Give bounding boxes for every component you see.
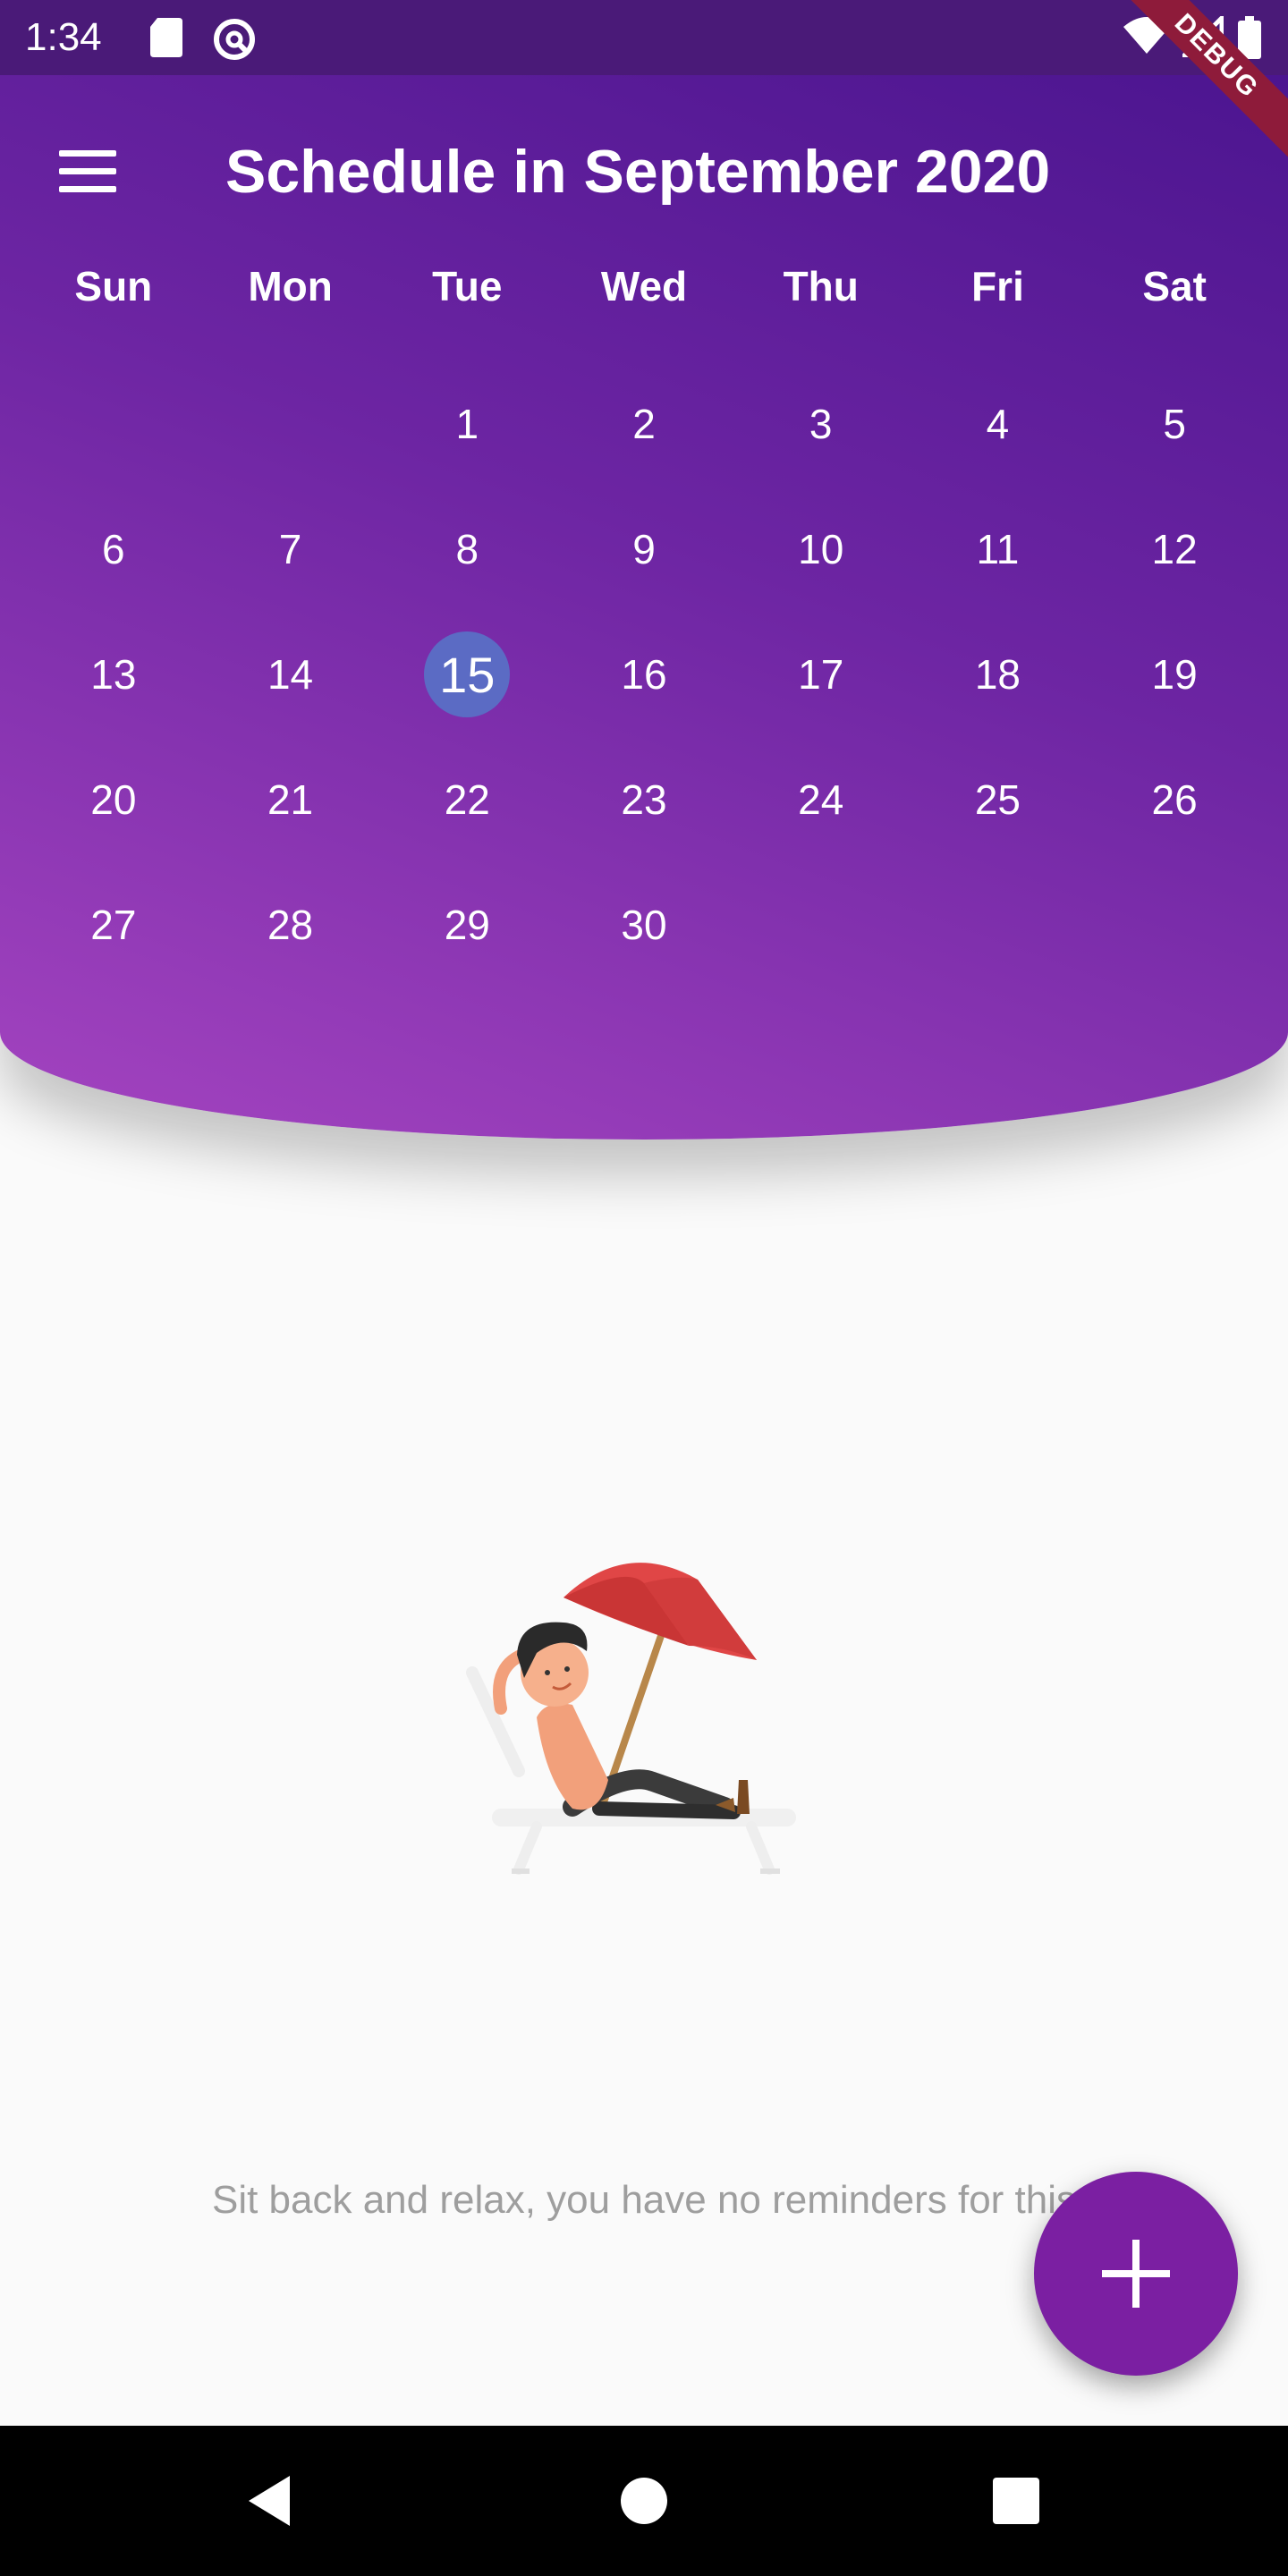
calendar-day-cell: 24 <box>733 737 910 862</box>
calendar-day[interactable]: 1 <box>424 381 510 467</box>
calendar-day[interactable]: 28 <box>248 882 334 968</box>
calendar-day[interactable]: 26 <box>1131 757 1217 843</box>
menu-button[interactable] <box>45 129 131 215</box>
calendar-empty-cell <box>910 862 1087 987</box>
recents-button[interactable] <box>980 2465 1052 2537</box>
calendar-day[interactable]: 20 <box>71 757 157 843</box>
calendar-day-cell: 8 <box>378 487 555 612</box>
weekday-label: Sat <box>1142 263 1207 309</box>
calendar-day-cell: 9 <box>555 487 733 612</box>
back-icon <box>249 2476 290 2526</box>
relaxing-man-illustration <box>466 1563 796 1875</box>
calendar-day-cell: 2 <box>555 361 733 487</box>
status-time: 1:34 <box>25 15 102 59</box>
calendar-day-cell: 5 <box>1086 361 1263 487</box>
status-bar: 1:34 <box>0 0 1288 75</box>
calendar-day[interactable]: 27 <box>71 882 157 968</box>
calendar-day[interactable]: 17 <box>778 631 864 717</box>
calendar-day-cell: 26 <box>1086 737 1263 862</box>
calendar-day-cell: 16 <box>555 612 733 737</box>
add-reminder-button[interactable] <box>1034 2172 1238 2376</box>
weekday-label: Tue <box>432 263 503 309</box>
calendar-day-cell: 15 <box>378 612 555 737</box>
weekday-label: Sun <box>74 263 153 309</box>
weekday-label: Wed <box>600 263 688 309</box>
calendar-header: Schedule in September 2020 Sun Mon Tue W… <box>0 75 1288 1140</box>
calendar-day[interactable]: 18 <box>954 631 1040 717</box>
calendar-day-cell: 23 <box>555 737 733 862</box>
calendar-day-cell: 6 <box>25 487 202 612</box>
calendar-empty-cell <box>733 862 910 987</box>
calendar-day-cell: 11 <box>910 487 1087 612</box>
calendar-empty-cell <box>202 361 379 487</box>
calendar-grid: 1 2 3 4 5 6 7 8 9 10 11 12 13 14 15 16 17 18 19 20 21 22 23 24 2… <box>0 361 1288 987</box>
calendar-day-cell: 13 <box>25 612 202 737</box>
calendar-day-cell: 30 <box>555 862 733 987</box>
weekday-label: Fri <box>971 263 1024 309</box>
calendar-day[interactable]: 2 <box>601 381 687 467</box>
calendar-day[interactable]: 23 <box>601 757 687 843</box>
calendar-day-cell: 29 <box>378 862 555 987</box>
calendar-day-cell: 3 <box>733 361 910 487</box>
calendar-day-cell: 27 <box>25 862 202 987</box>
calendar-day-cell: 25 <box>910 737 1087 862</box>
menu-icon <box>59 150 116 157</box>
calendar-day-cell: 7 <box>202 487 379 612</box>
calendar-day[interactable]: 10 <box>778 506 864 592</box>
calendar-day[interactable]: 7 <box>248 506 334 592</box>
calendar-day[interactable]: 11 <box>954 506 1040 592</box>
navigation-bar <box>0 2426 1288 2576</box>
calendar-day-cell: 14 <box>202 612 379 737</box>
calendar-day-cell: 22 <box>378 737 555 862</box>
calendar-day-cell: 20 <box>25 737 202 862</box>
calendar-day[interactable]: 5 <box>1131 381 1217 467</box>
calendar-day[interactable]: 14 <box>248 631 334 717</box>
data-saver-icon <box>214 19 255 60</box>
calendar-day[interactable]: 19 <box>1131 631 1217 717</box>
calendar-day-cell: 19 <box>1086 612 1263 737</box>
home-button[interactable] <box>608 2465 680 2537</box>
calendar-day[interactable]: 8 <box>424 506 510 592</box>
calendar-day-cell: 17 <box>733 612 910 737</box>
calendar-empty-cell <box>25 361 202 487</box>
calendar-day[interactable]: 30 <box>601 882 687 968</box>
calendar-day-cell: 28 <box>202 862 379 987</box>
calendar-day[interactable]: 6 <box>71 506 157 592</box>
calendar-day[interactable]: 4 <box>954 381 1040 467</box>
back-button[interactable] <box>234 2465 306 2537</box>
calendar-day[interactable]: 22 <box>424 757 510 843</box>
calendar-day[interactable]: 12 <box>1131 506 1217 592</box>
calendar-day[interactable]: 9 <box>601 506 687 592</box>
weekday-row: Sun Mon Tue Wed Thu Fri Sat <box>0 250 1288 322</box>
weekday-label: Thu <box>783 263 859 309</box>
calendar-day[interactable]: 21 <box>248 757 334 843</box>
sd-card-icon <box>150 18 182 57</box>
calendar-day-cell: 10 <box>733 487 910 612</box>
calendar-day[interactable]: 3 <box>778 381 864 467</box>
calendar-day[interactable]: 16 <box>601 631 687 717</box>
calendar-day-cell: 12 <box>1086 487 1263 612</box>
home-icon <box>621 2478 667 2524</box>
calendar-day[interactable]: 29 <box>424 882 510 968</box>
calendar-day-cell: 4 <box>910 361 1087 487</box>
calendar-day-cell: 21 <box>202 737 379 862</box>
calendar-day[interactable]: 24 <box>778 757 864 843</box>
calendar-empty-cell <box>1086 862 1263 987</box>
page-title: Schedule in September 2020 <box>225 138 1051 206</box>
calendar-day-cell: 1 <box>378 361 555 487</box>
calendar-day-selected[interactable]: 15 <box>424 631 511 717</box>
calendar-day-cell: 18 <box>910 612 1087 737</box>
calendar-day[interactable]: 25 <box>954 757 1040 843</box>
recents-icon <box>993 2478 1039 2524</box>
plus-icon <box>1102 2240 1170 2308</box>
calendar-day[interactable]: 13 <box>71 631 157 717</box>
weekday-label: Mon <box>248 263 333 309</box>
